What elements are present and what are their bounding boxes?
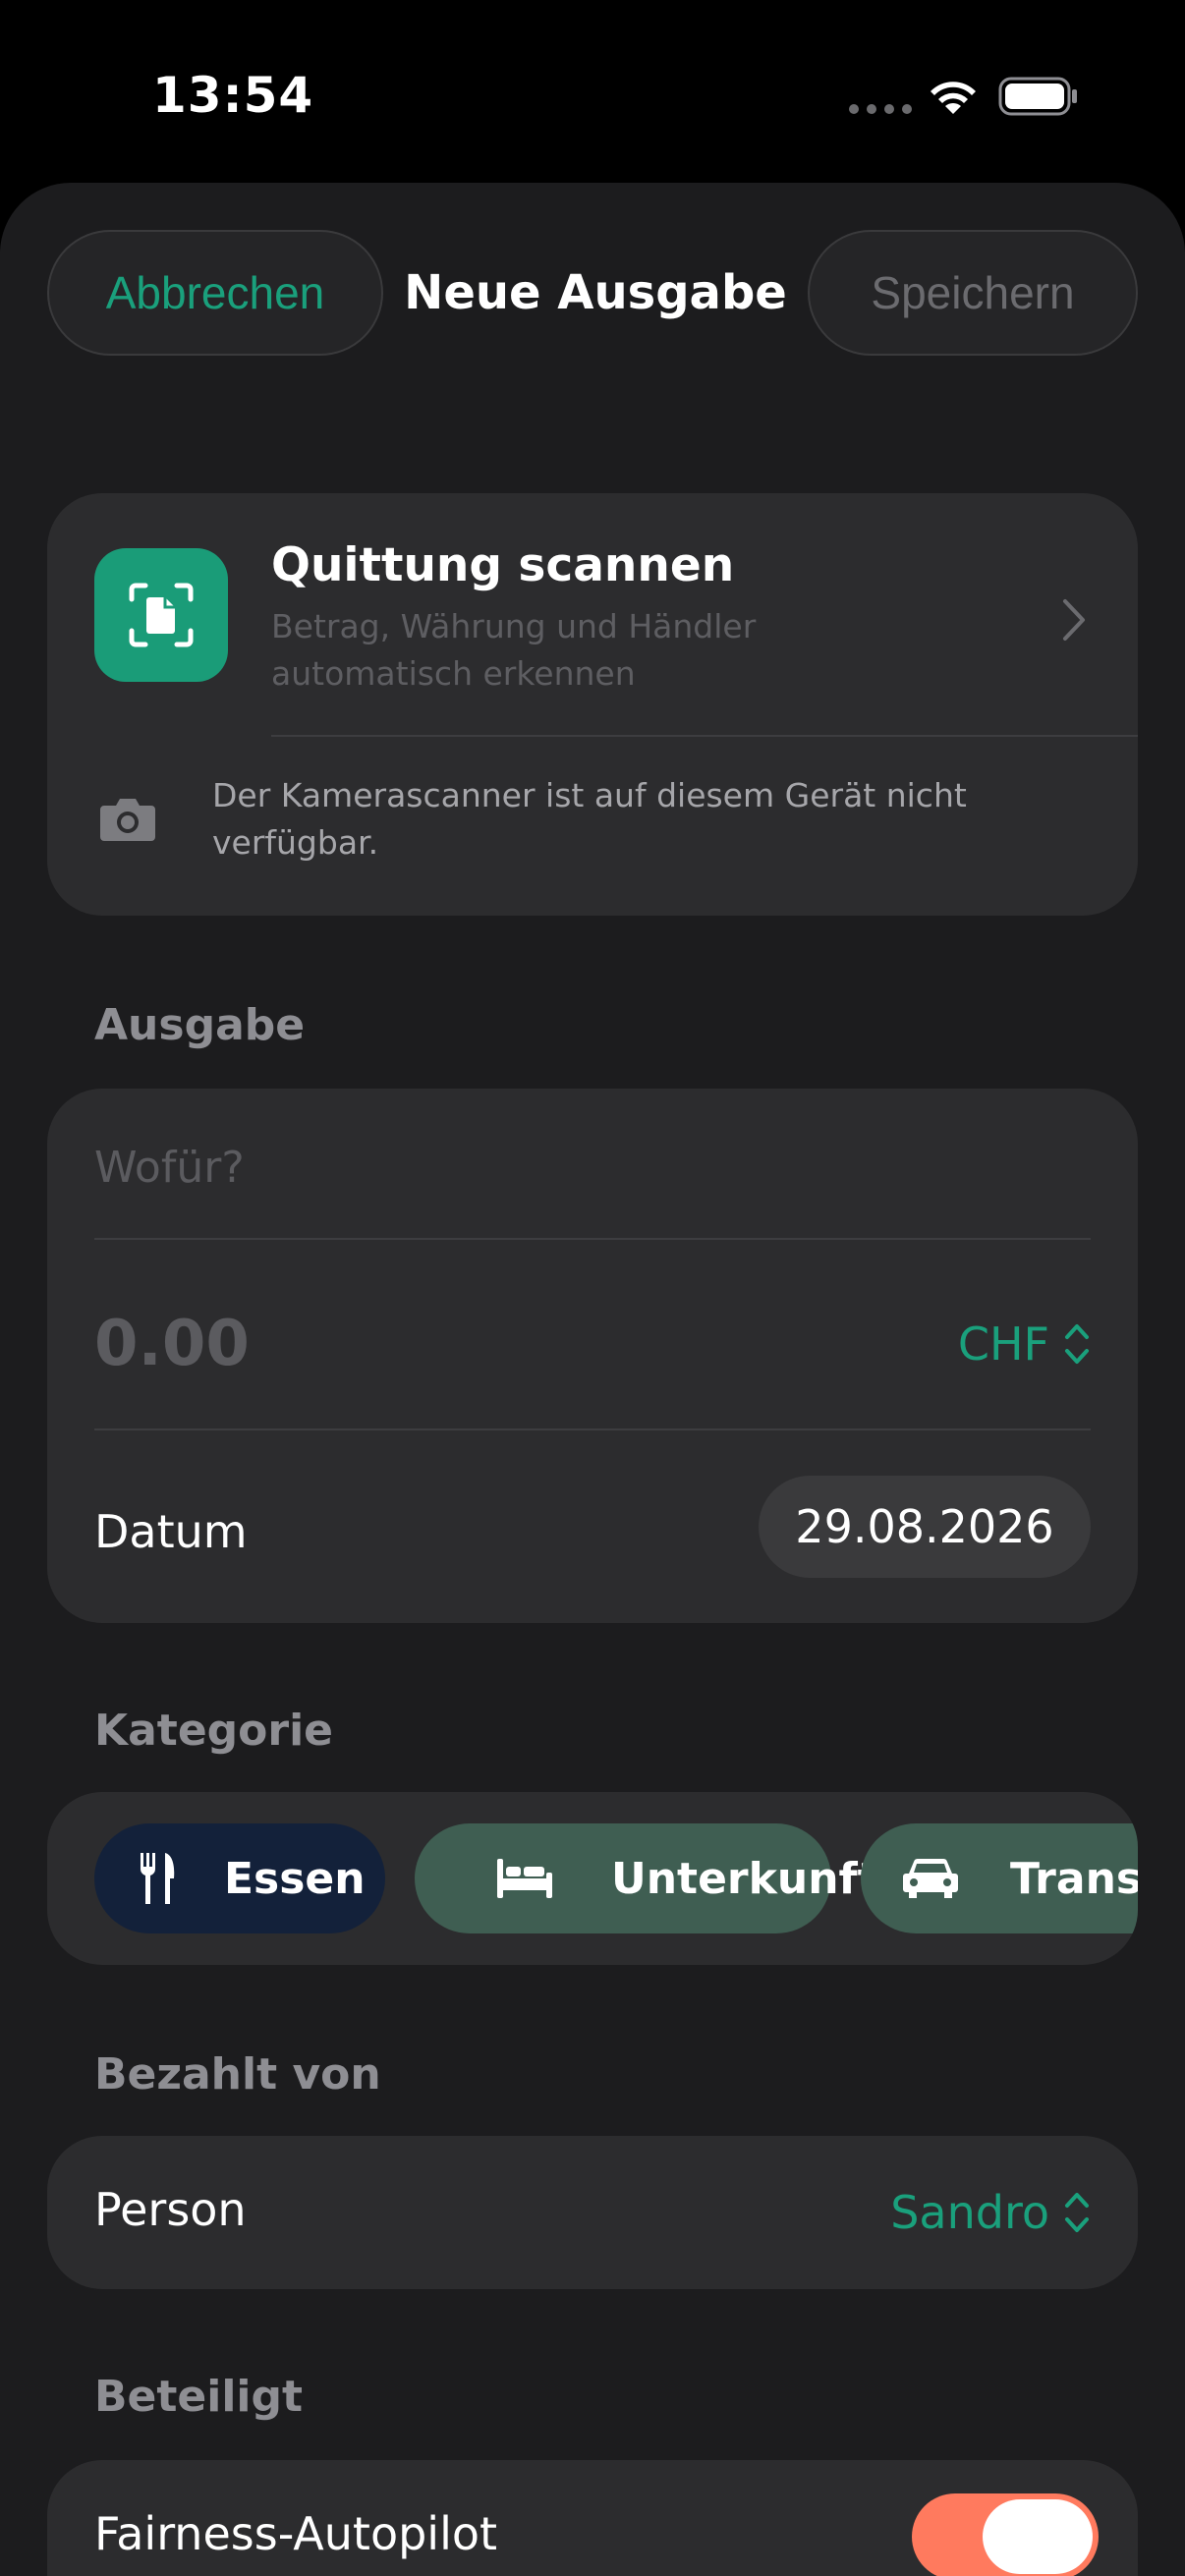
payer-value: Sandro [890, 2186, 1049, 2239]
status-time: 13:54 [152, 67, 314, 124]
category-scroller[interactable]: Essen Unterkunft Transport [47, 1792, 1138, 1965]
payer-picker[interactable]: Sandro [890, 2175, 1091, 2250]
bed-icon [497, 1859, 552, 1898]
scan-receipt-title: Quittung scannen [271, 538, 735, 592]
purpose-input[interactable] [94, 1128, 1091, 1206]
wifi-icon [931, 82, 976, 114]
date-picker[interactable]: 29.08.2026 [759, 1476, 1091, 1578]
category-chip-food[interactable]: Essen [94, 1823, 385, 1933]
section-label-category: Kategorie [94, 1706, 334, 1756]
expense-divider-1 [94, 1238, 1091, 1240]
save-button[interactable]: Speichern [808, 230, 1138, 356]
car-icon [903, 1858, 958, 1898]
fairness-autopilot-label: Fairness-Autopilot [94, 2507, 498, 2560]
expense-divider-2 [94, 1428, 1091, 1430]
toggle-knob [983, 2499, 1093, 2574]
scanner-unavailable-note: Der Kamerascanner ist auf diesem Gerät n… [212, 776, 967, 862]
category-chip-label: Essen [224, 1853, 366, 1904]
cellular-signal-icon [849, 104, 912, 114]
battery-icon [998, 77, 1077, 116]
fairness-autopilot-toggle[interactable] [912, 2493, 1099, 2576]
section-label-expense: Ausgabe [94, 1000, 306, 1050]
chevron-right-icon [1063, 599, 1085, 641]
category-chip-label: Transport [1010, 1853, 1138, 1904]
expense-card: CHF Datum 29.08.2026 [47, 1089, 1138, 1623]
chevron-up-down-icon [1065, 2193, 1089, 2232]
currency-value: CHF [957, 1317, 1049, 1371]
new-expense-sheet: Abbrechen Neue Ausgabe Speichern Quittun… [0, 183, 1185, 2576]
payer-label: Person [94, 2183, 247, 2236]
document-scan-icon [129, 583, 194, 647]
chevron-up-down-icon [1065, 1324, 1089, 1364]
currency-picker[interactable]: CHF [958, 1307, 1091, 1381]
section-label-participants: Beteiligt [94, 2372, 304, 2422]
date-label: Datum [94, 1505, 248, 1558]
participants-card: Fairness-Autopilot [47, 2460, 1138, 2576]
category-chip-label: Unterkunft [611, 1853, 878, 1904]
cancel-button[interactable]: Abbrechen [47, 230, 383, 356]
scan-receipt-subtitle: Betrag, Währung und Händler automatisch … [271, 607, 757, 693]
amount-input[interactable] [94, 1295, 684, 1393]
payer-row[interactable]: Person Sandro [47, 2136, 1138, 2289]
scan-receipt-icon [94, 548, 228, 682]
section-label-paid-by: Bezahlt von [94, 2049, 381, 2100]
category-chip-lodging[interactable]: Unterkunft [415, 1823, 878, 1933]
status-bar: 13:54 [0, 0, 1185, 187]
sheet-title: Neue Ausgabe [404, 265, 787, 320]
fork-knife-icon [140, 1853, 175, 1904]
category-chip-transport[interactable]: Transport [861, 1823, 1138, 1933]
scan-receipt-card[interactable]: Quittung scannen Betrag, Währung und Hän… [47, 493, 1138, 916]
camera-icon [100, 799, 155, 841]
scan-divider [271, 735, 1138, 737]
